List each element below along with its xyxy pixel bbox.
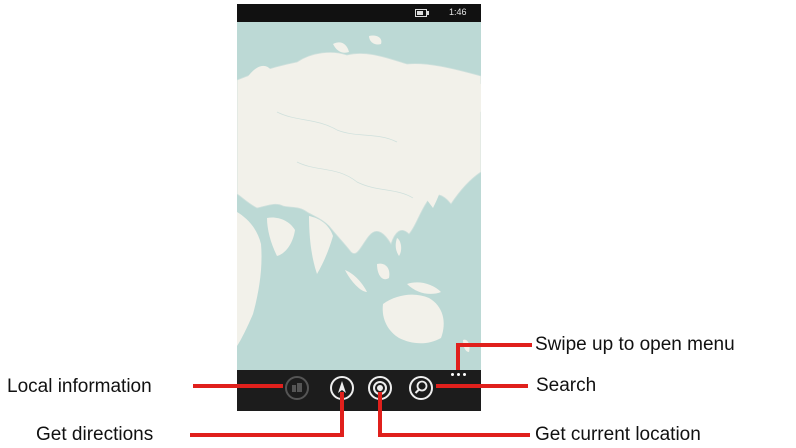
status-bar: 1:46 bbox=[237, 4, 481, 22]
callout-line-search bbox=[436, 384, 528, 388]
battery-icon bbox=[415, 9, 429, 17]
status-time: 1:46 bbox=[449, 7, 467, 17]
callout-swipe-up: Swipe up to open menu bbox=[535, 334, 735, 355]
callout-get-current-location: Get current location bbox=[535, 424, 701, 445]
new-guinea bbox=[407, 282, 441, 294]
search-icon bbox=[414, 380, 428, 394]
map-view[interactable] bbox=[237, 22, 481, 370]
callout-line-local-info bbox=[193, 384, 283, 388]
local-info-icon bbox=[292, 383, 302, 392]
search-button[interactable] bbox=[409, 376, 433, 400]
severnaya-zemlya bbox=[369, 35, 382, 45]
local-information-button[interactable] bbox=[285, 376, 309, 400]
sumatra bbox=[345, 270, 367, 292]
callout-line-directions-v bbox=[340, 392, 344, 437]
callout-line-swipe-h bbox=[456, 343, 532, 347]
arabia bbox=[267, 217, 295, 256]
callout-line-location-v bbox=[378, 392, 382, 437]
app-bar[interactable] bbox=[237, 370, 481, 411]
callout-get-directions: Get directions bbox=[36, 424, 154, 445]
world-map bbox=[237, 35, 481, 352]
callout-line-directions-h bbox=[190, 433, 344, 437]
callout-local-information: Local information bbox=[7, 376, 152, 397]
callout-line-swipe-v bbox=[456, 343, 460, 370]
ellipsis-icon[interactable] bbox=[449, 372, 467, 378]
novaya-zemlya bbox=[333, 42, 349, 53]
callout-search: Search bbox=[536, 375, 597, 396]
africa-edge bbox=[237, 212, 262, 346]
callout-line-location-h bbox=[378, 433, 530, 437]
philippines bbox=[395, 238, 402, 256]
borneo bbox=[377, 263, 390, 280]
australia bbox=[382, 294, 444, 344]
phone-screen: 1:46 bbox=[237, 4, 481, 411]
